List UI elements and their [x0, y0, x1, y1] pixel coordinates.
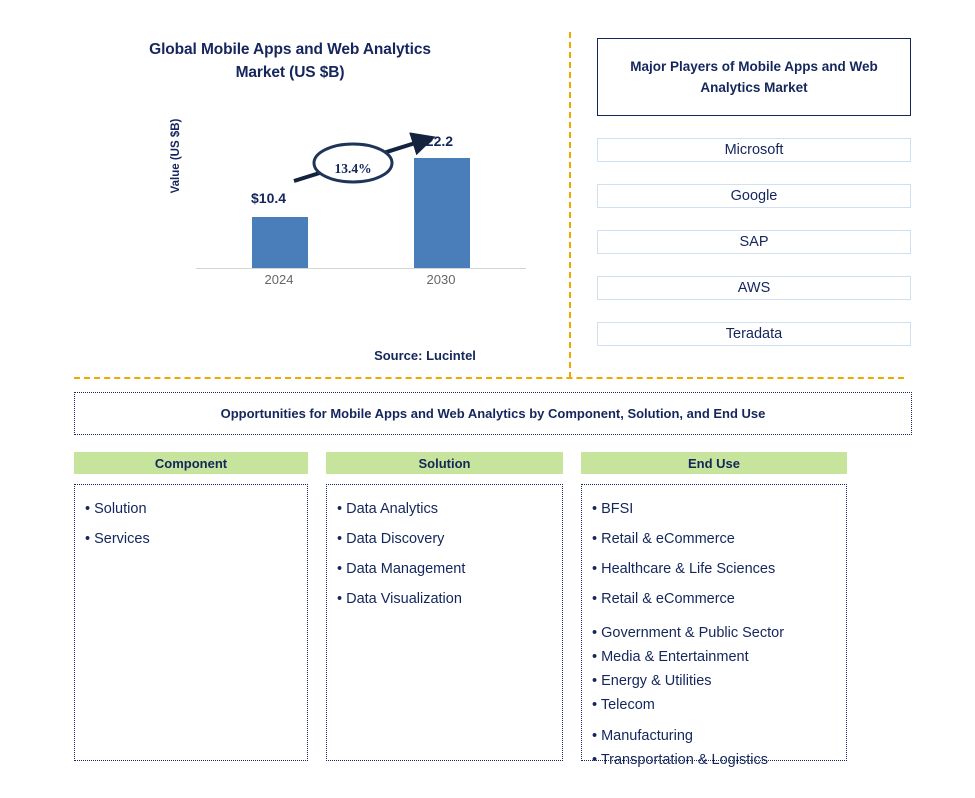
list-item: • Solution: [85, 501, 147, 517]
column-header-end-use: End Use: [581, 452, 847, 474]
vertical-divider: [569, 32, 571, 378]
column-header-solution: Solution: [326, 452, 563, 474]
x-tick-2030: 2030: [426, 272, 456, 287]
column-list-end-use: • BFSI • Retail & eCommerce • Healthcare…: [581, 484, 847, 768]
cagr-arrow-icon: [293, 132, 436, 184]
list-item: • Healthcare & Life Sciences: [592, 561, 776, 577]
player-item-sap[interactable]: SAP: [597, 230, 911, 254]
opportunities-banner: Opportunities for Mobile Apps and Web An…: [74, 392, 912, 435]
list-item: • Manufacturing: [592, 728, 693, 744]
player-item-aws[interactable]: AWS: [597, 276, 911, 300]
bar-value-2024: $10.4: [251, 190, 287, 206]
column-list-solution: • Data Analytics • Data Discovery • Data…: [326, 484, 563, 761]
player-label: Teradata: [725, 326, 783, 342]
list-item: • Energy & Utilities: [592, 673, 712, 689]
chart-title-line-1: Global Mobile Apps and Web Analytics: [149, 41, 431, 58]
list-item: • BFSI: [592, 501, 634, 517]
source-label: Source: Lucintel: [374, 348, 476, 363]
major-players-panel: Major Players of Mobile Apps and Web Ana…: [597, 38, 911, 346]
player-label: Microsoft: [724, 142, 784, 158]
list-item: • Media & Entertainment: [592, 649, 749, 665]
list-item: • Retail & eCommerce: [592, 591, 735, 607]
player-label: SAP: [739, 234, 769, 250]
list-item: • Transportation & Logistics: [592, 752, 768, 768]
chart-title-line-2: Market (US $B): [235, 64, 345, 81]
major-players-header: Major Players of Mobile Apps and Web Ana…: [597, 38, 911, 116]
horizontal-divider: [74, 377, 904, 379]
player-label: Google: [730, 188, 778, 204]
list-item: • Services: [85, 531, 150, 547]
market-chart-panel: Global Mobile Apps and Web Analytics Mar…: [0, 0, 570, 378]
bar-2024: [252, 217, 308, 268]
chart-title: Global Mobile Apps and Web Analytics Mar…: [40, 38, 540, 84]
player-label: AWS: [737, 280, 771, 296]
list-item: • Data Analytics: [337, 501, 438, 517]
cagr-label: 13.4%: [334, 161, 372, 176]
column-list-component: • Solution • Services: [74, 484, 308, 761]
column-header-component: Component: [74, 452, 308, 474]
player-item-microsoft[interactable]: Microsoft: [597, 138, 911, 162]
list-item: • Data Management: [337, 561, 466, 577]
player-item-teradata[interactable]: Teradata: [597, 322, 911, 346]
chart-baseline: [196, 268, 526, 269]
player-item-google[interactable]: Google: [597, 184, 911, 208]
list-item: • Government & Public Sector: [592, 625, 785, 641]
x-tick-2024: 2024: [264, 272, 294, 287]
list-item: • Data Visualization: [337, 591, 462, 607]
list-item: • Telecom: [592, 697, 655, 713]
list-item: • Retail & eCommerce: [592, 531, 735, 547]
list-item: • Data Discovery: [337, 531, 445, 547]
y-axis-label: Value (US $B): [170, 118, 182, 194]
